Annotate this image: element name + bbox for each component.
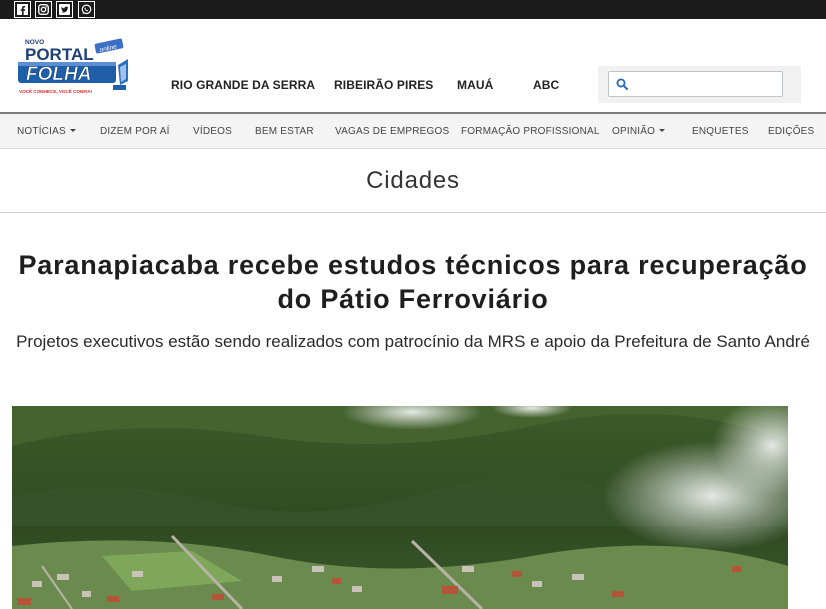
search-area [598,66,801,103]
logo-tagline: VOCÊ CONHECE, VOCÊ CONFIA! [19,87,93,94]
facebook-icon[interactable] [14,1,31,18]
search-icon[interactable] [616,78,628,90]
portal-folha-logo[interactable]: NOVO PORTAL online FOLHA VOCÊ CONHECE, V… [16,35,132,103]
main-nav: NOTÍCIAS DIZEM POR AÍ VÍDEOS BEM ESTAR V… [0,112,826,149]
nav-item-label: OPINIÃO [612,126,656,137]
instagram-icon[interactable] [35,1,52,18]
article-photo [12,406,788,609]
article-subheadline: Projetos executivos estão sendo realizad… [16,332,810,351]
nav-item-vagas-de-empregos[interactable]: VAGAS DE EMPREGOS [335,126,449,137]
caret-down-icon [69,129,76,132]
nav-item-videos[interactable]: VÍDEOS [193,126,232,137]
article-headline: Paranapiacaba recebe estudos técnicos pa… [18,250,808,314]
nav-item-enquetes[interactable]: ENQUETES [692,126,749,137]
nav-item-dizem-por-ai[interactable]: DIZEM POR AÍ [100,126,170,137]
twitter-icon[interactable] [56,1,73,18]
nav-item-edicoes[interactable]: EDIÇÕES [768,126,814,137]
search-input[interactable] [633,74,782,95]
logo-portal: PORTAL [25,45,94,64]
nav-item-opiniao[interactable]: OPINIÃO [612,126,666,137]
caret-down-icon [659,129,666,132]
nav-item-label: NOTÍCIAS [17,126,66,137]
section-header: Cidades [0,149,826,213]
city-link-maua[interactable]: MAUÁ [457,78,493,92]
city-link-rio-grande-da-serra[interactable]: RIO GRANDE DA SERRA [171,78,315,92]
nav-item-noticias[interactable]: NOTÍCIAS [17,126,76,137]
section-title: Cidades [366,167,460,194]
search-box[interactable] [608,71,783,97]
social-bar [0,0,826,19]
logo-folha: FOLHA [26,64,91,85]
city-link-ribeirao-pires[interactable]: RIBEIRÃO PIRES [334,78,433,92]
city-link-abc[interactable]: ABC [533,78,559,92]
nav-item-bem-estar[interactable]: BEM ESTAR [255,126,314,137]
nav-item-formacao-profissional[interactable]: FORMAÇÃO PROFISSIONAL [461,126,600,137]
site-header: NOVO PORTAL online FOLHA VOCÊ CONHECE, V… [0,19,826,113]
whatsapp-icon[interactable] [78,1,95,18]
